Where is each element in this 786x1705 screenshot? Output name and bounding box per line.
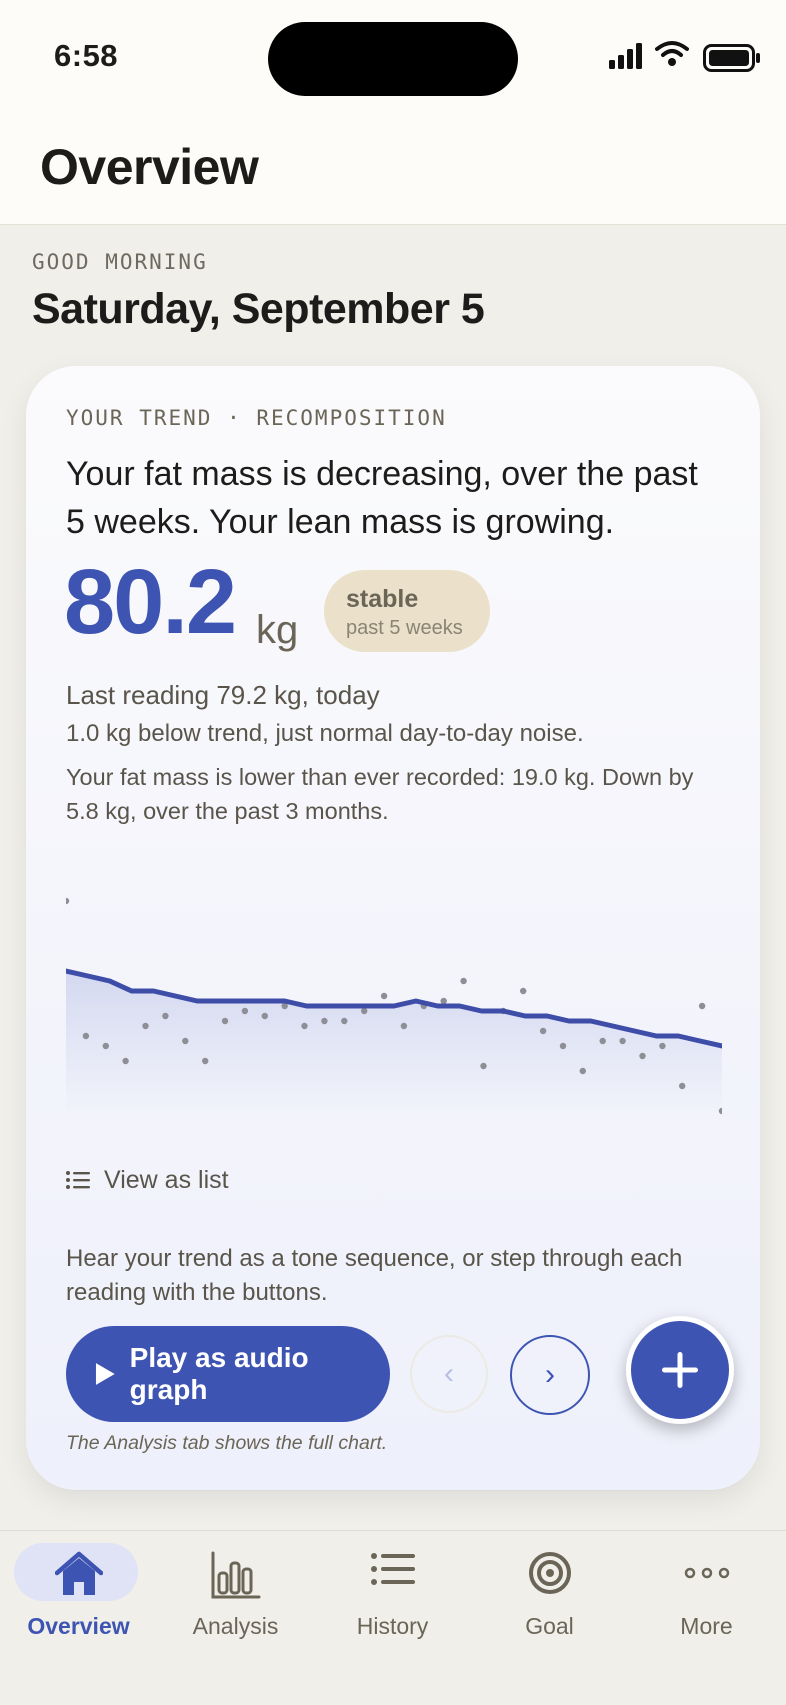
cellular-signal-icon (609, 43, 642, 69)
reading-point (162, 1012, 169, 1020)
reading-point (460, 977, 467, 985)
date-heading: Saturday, September 5 (32, 285, 485, 333)
status-pill: stable past 5 weeks (324, 570, 490, 652)
reading-point (202, 1057, 209, 1065)
wifi-icon (655, 41, 689, 66)
status-pill-title: stable (346, 585, 419, 613)
tab-overview[interactable]: Overview (0, 1531, 157, 1681)
reading-point (440, 997, 447, 1005)
previous-reading-button[interactable]: ‹ (410, 1335, 488, 1413)
status-bar: 6:58 (0, 0, 786, 110)
dynamic-island (268, 22, 518, 96)
analysis-caption: The Analysis tab shows the full chart. (66, 1432, 388, 1454)
reading-point (539, 1027, 547, 1035)
card-eyebrow: YOUR TREND · RECOMPOSITION (66, 406, 447, 430)
view-as-list-button[interactable]: View as list (66, 1162, 229, 1198)
play-audio-graph-button[interactable]: Play as audio graph (66, 1326, 390, 1422)
below-trend-note: 1.0 kg below trend, just normal day-to-d… (66, 720, 584, 747)
reading-point (698, 1002, 706, 1010)
trend-chart[interactable] (66, 886, 722, 1126)
audio-hint: Hear your trend as a tone sequence, or s… (66, 1245, 683, 1306)
bar-chart-icon (211, 1551, 260, 1599)
reading-point (480, 1062, 487, 1070)
reading-point (520, 987, 527, 995)
house-icon (54, 1551, 103, 1595)
fat-mass-note: Your fat mass is lower than ever recorde… (66, 764, 694, 824)
reading-point (241, 1007, 249, 1015)
reading-point (301, 1022, 308, 1030)
next-reading-button[interactable]: › (510, 1335, 590, 1415)
tab-label-more: More (680, 1613, 733, 1639)
reading-point (341, 1017, 348, 1025)
reading-point (380, 992, 388, 1000)
last-reading: Last reading 79.2 kg, today (66, 680, 380, 710)
tab-label-overview: Overview (27, 1613, 130, 1639)
trend-unit: kg (256, 608, 299, 652)
reading-point (639, 1052, 646, 1060)
page-title: Overview (40, 139, 259, 195)
tab-analysis[interactable]: Analysis (157, 1531, 314, 1681)
reading-point (122, 1057, 129, 1065)
play-audio-graph-label: Play as audio graph (129, 1342, 309, 1405)
reading-point (142, 1022, 149, 1030)
reading-point (559, 1042, 567, 1050)
reading-point (361, 1007, 368, 1015)
trend-headline: Your fat mass is decreasing, over the pa… (66, 455, 698, 541)
nav-header: Overview (0, 110, 786, 225)
tab-goal[interactable]: Goal (471, 1531, 628, 1681)
tab-more[interactable]: More (628, 1531, 785, 1681)
list-icon (66, 1171, 90, 1189)
greeting: GOOD MORNING (32, 250, 208, 274)
reading-point (261, 1012, 268, 1020)
reading-point (400, 1022, 408, 1030)
reading-point (659, 1042, 666, 1050)
view-as-list-label: View as list (104, 1165, 229, 1194)
list-icon (370, 1553, 415, 1585)
reading-point (579, 1067, 586, 1075)
tab-bar: Overview Analysis History Goal More (0, 1530, 786, 1705)
plus-icon (662, 1352, 698, 1388)
battery-icon (703, 44, 760, 72)
trend-card: YOUR TREND · RECOMPOSITION Your fat mass… (26, 366, 760, 1490)
play-icon (95, 1363, 115, 1385)
trend-value: 80.2 (64, 551, 237, 653)
tab-label-history: History (356, 1613, 429, 1639)
reading-point (182, 1037, 189, 1045)
tab-label-goal: Goal (525, 1613, 574, 1639)
reading-point (66, 897, 70, 905)
target-icon (528, 1552, 571, 1594)
reading-point (221, 1017, 229, 1025)
status-time: 6:58 (54, 38, 119, 73)
reading-point (679, 1082, 686, 1090)
reading-point (321, 1017, 328, 1025)
tab-label-analysis: Analysis (192, 1613, 279, 1639)
tab-history[interactable]: History (314, 1531, 471, 1681)
add-entry-button[interactable] (626, 1316, 734, 1424)
reading-point (619, 1037, 626, 1045)
status-pill-subtitle: past 5 weeks (346, 617, 463, 639)
more-icon (684, 1567, 729, 1579)
reading-point (599, 1037, 606, 1045)
reading-point (102, 1042, 109, 1050)
reading-point (82, 1032, 90, 1040)
